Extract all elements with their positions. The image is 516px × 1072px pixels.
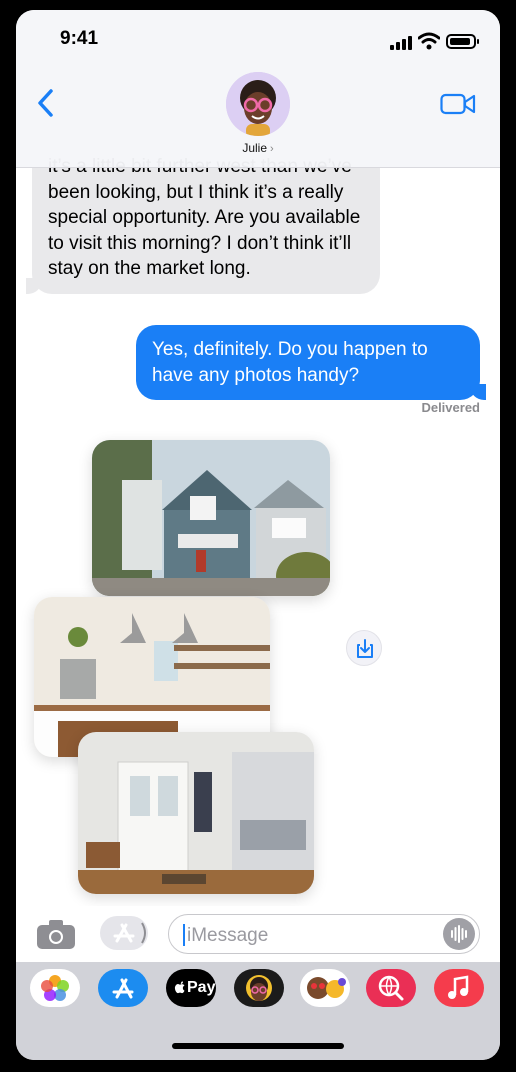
text-cursor (183, 924, 185, 946)
camera-icon[interactable] (36, 918, 76, 950)
contact-name-button[interactable]: Julie › (16, 141, 500, 155)
conversation-header: 9:41 Julie › (16, 10, 500, 168)
app-store-apps-button[interactable] (100, 916, 148, 950)
app-store-icon (113, 922, 146, 944)
download-tray-icon (357, 639, 373, 658)
home-indicator[interactable] (172, 1043, 344, 1049)
contact-name: Julie (242, 141, 267, 155)
cellular-signal-icon (390, 36, 412, 50)
wifi-icon (418, 32, 440, 50)
back-chevron-icon[interactable] (34, 88, 58, 118)
status-time: 9:41 (60, 28, 99, 49)
entryway-photo[interactable] (78, 732, 314, 894)
photos-app-icon[interactable] (30, 969, 80, 1007)
apple-pay-label: Pay (187, 979, 216, 996)
message-input[interactable]: iMessage (168, 914, 480, 954)
web-images-icon[interactable] (366, 969, 416, 1007)
delivered-status: Delivered (421, 400, 480, 415)
apple-logo-icon (174, 981, 185, 994)
phone-screen: 9:41 Julie › been looking, but I think i… (16, 10, 500, 1060)
message-placeholder: iMessage (187, 925, 269, 946)
house-exterior-photo[interactable] (92, 440, 330, 596)
status-bar: 9:41 (16, 10, 500, 66)
animoji-icon[interactable] (300, 969, 350, 1007)
audio-message-button[interactable] (443, 918, 475, 950)
chevron-right-icon: › (270, 143, 274, 155)
save-photos-button[interactable] (346, 630, 382, 666)
waveform-icon (451, 925, 467, 943)
apple-pay-icon[interactable]: Pay (166, 969, 216, 1007)
facetime-video-icon[interactable] (440, 92, 476, 116)
contact-avatar[interactable] (226, 72, 290, 136)
battery-icon (446, 34, 479, 49)
music-icon[interactable] (434, 969, 484, 1007)
outgoing-message[interactable]: Yes, definitely. Do you happen to have a… (136, 325, 486, 400)
memoji-stickers-icon[interactable] (234, 969, 284, 1007)
app-store-drawer-icon[interactable] (98, 969, 148, 1007)
